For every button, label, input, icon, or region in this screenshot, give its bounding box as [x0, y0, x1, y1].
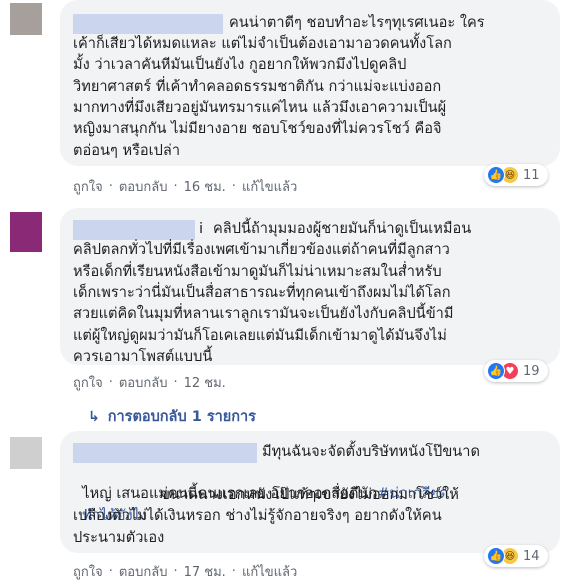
commenter-name[interactable]	[73, 220, 195, 240]
comment-actions: ถูกใจ · ตอบกลับ · 16 ชม. · แก้ไขแล้ว	[73, 176, 297, 197]
view-replies-label: การตอบกลับ 1 รายการ	[107, 409, 256, 425]
comment-text: ตอ่อนๆ หรือเปล่า	[73, 142, 181, 159]
separator: ·	[231, 564, 236, 579]
comment-text: คลิปตลกทั่วไปที่มีเรื่องเพศเข้ามาเกี่ยวข…	[73, 241, 450, 258]
comment-text: ขนาดนางเอกหนังโป๊แท้ๆเขายังไม่ออกมาโชว์ใ…	[160, 486, 459, 503]
comment-text: เปลืองตัวไม่ได้เงินหรอก ช่างไม่รู้จักอาย…	[73, 507, 442, 524]
reply-button[interactable]: ตอบกลับ	[119, 372, 168, 393]
timestamp[interactable]: 17 ชม.	[184, 561, 226, 582]
separator: ·	[173, 179, 178, 194]
timestamp[interactable]: 16 ชม.	[184, 176, 226, 197]
commenter-name[interactable]	[73, 14, 223, 34]
edited-label[interactable]: แก้ไขแล้ว	[242, 561, 297, 582]
comment-text: ควรเอามาโพสต์แบบนี้	[73, 348, 213, 365]
comment-actions: ถูกใจ · ตอบกลับ · 12 ชม.	[73, 372, 226, 393]
reaction-count: 14	[523, 548, 540, 564]
reply-button[interactable]: ตอบกลับ	[119, 561, 168, 582]
timestamp[interactable]: 12 ชม.	[184, 372, 226, 393]
comment-text: เด็กเพราะว่านี่มันเป็นสื่อสาธารณะที่ทุกค…	[73, 284, 451, 301]
reply-button[interactable]: ตอบกลับ	[119, 176, 168, 197]
comment-text: หรือเด็กที่เรียนหนังสือเข้ามาดูมันก็ไม่น…	[73, 263, 442, 280]
comment-text: คลิปนี้ถ้ามุมมองผู้ชายมันก็น่าดูเป็นเหมื…	[213, 220, 472, 237]
separator: ·	[108, 179, 113, 194]
avatar[interactable]	[10, 212, 42, 252]
comment-text: สวยแต่คิดในมุมที่หลานเราลูกเรามันจะเป็นย…	[73, 305, 454, 322]
commenter-name[interactable]	[73, 443, 257, 463]
like-button[interactable]: ถูกใจ	[73, 176, 103, 197]
view-replies-link[interactable]: ↳ การตอบกลับ 1 รายการ	[88, 405, 256, 428]
reaction-count: 19	[523, 363, 540, 379]
like-button[interactable]: ถูกใจ	[73, 561, 103, 582]
comment-text: แต่ผู้ใหญ่ดูผมว่ามันก็โอเคเลยแต่มันมีเด็…	[73, 327, 447, 344]
like-reaction-icon: 👍	[487, 166, 505, 184]
comment-text: คนน่าตาดีๆ ชอบทำอะไรๆทุเรศเนอะ ใคร	[229, 14, 485, 31]
comment-text: มีทุนฉันจะจัดตั้งบริษัทหนังโป๊ขนาด	[262, 443, 480, 460]
commenter-name-suffix: i	[199, 220, 204, 237]
reaction-summary[interactable]: 👍 😆 11	[484, 164, 548, 186]
reaction-summary[interactable]: 👍 ♥ 19	[484, 360, 548, 382]
reaction-count: 11	[523, 167, 540, 183]
comment-text: หญิงมาสนุกกัน ไม่มียางอาย ชอบโชว์ของที่ไ…	[73, 120, 442, 137]
separator: ·	[231, 179, 236, 194]
separator: ·	[173, 564, 178, 579]
comment-text: เค้าก็เสียวได้หมดแหละ แต่ไม่จำเป็นต้องเอ…	[73, 35, 452, 52]
like-button[interactable]: ถูกใจ	[73, 372, 103, 393]
reaction-summary[interactable]: 👍 😆 14	[484, 545, 548, 567]
avatar[interactable]	[10, 3, 42, 35]
like-reaction-icon: 👍	[487, 362, 505, 380]
edited-label[interactable]: แก้ไขแล้ว	[242, 176, 297, 197]
avatar[interactable]	[10, 437, 42, 469]
comment-text: วิทยาศาสตร์ ที่เค้าทำคลอดธรรมชาติกัน กว่…	[73, 78, 442, 95]
comment-actions: ถูกใจ · ตอบกลับ · 17 ชม. · แก้ไขแล้ว	[73, 561, 297, 582]
like-reaction-icon: 👍	[487, 547, 505, 565]
separator: ·	[108, 564, 113, 579]
comment-text: มากทางที่มึงเสียวอยู่มันทรมารแค่ไหน แล้ว…	[73, 99, 447, 116]
separator: ·	[108, 375, 113, 390]
comment-text: มั้ง ว่าเวลาคันหีมันเป็นยังไง กูอยากให้พ…	[73, 56, 407, 73]
comment-text: ประนามตัวเอง	[73, 529, 165, 546]
reply-arrow-icon: ↳	[88, 408, 100, 425]
separator: ·	[173, 375, 178, 390]
